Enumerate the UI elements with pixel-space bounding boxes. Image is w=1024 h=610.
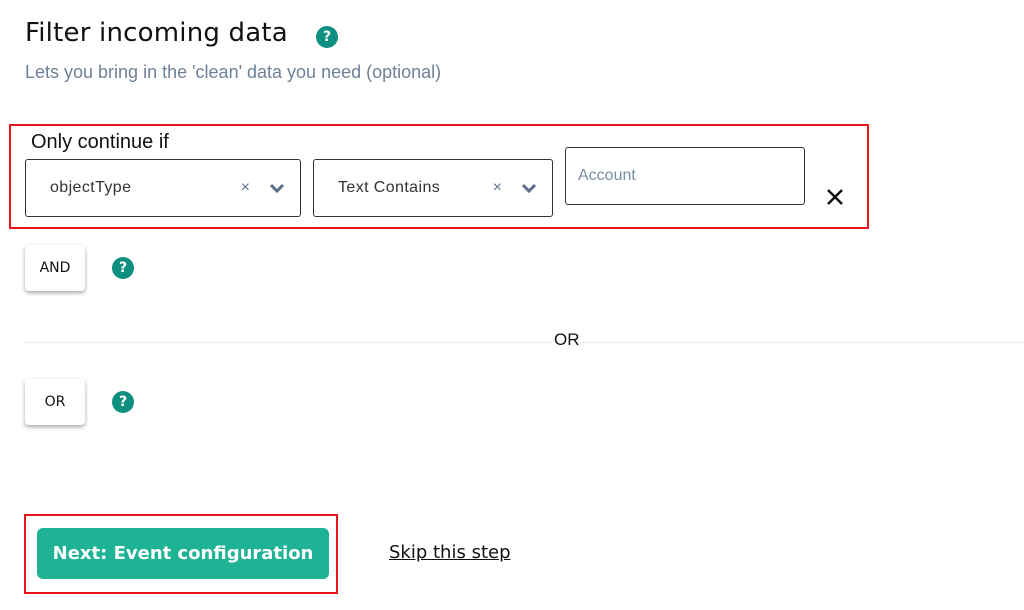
next-event-configuration-button[interactable]: Next: Event configuration bbox=[37, 528, 329, 579]
and-button[interactable]: AND bbox=[25, 245, 85, 291]
or-divider-label: OR bbox=[552, 330, 582, 350]
page-title: Filter incoming data bbox=[25, 18, 288, 48]
skip-step-link[interactable]: Skip this step bbox=[389, 542, 511, 563]
remove-condition-icon[interactable] bbox=[826, 185, 844, 213]
operator-select[interactable]: Text Contains × bbox=[313, 159, 553, 217]
chevron-down-icon[interactable] bbox=[269, 180, 285, 196]
field-select[interactable]: objectType × bbox=[25, 159, 301, 217]
or-button[interactable]: OR bbox=[25, 379, 85, 425]
operator-select-value: Text Contains bbox=[338, 179, 441, 196]
divider bbox=[25, 342, 1024, 343]
filter-condition-label: Only continue if bbox=[31, 131, 169, 153]
value-input[interactable] bbox=[565, 147, 805, 205]
field-select-value: objectType bbox=[50, 179, 132, 196]
help-icon[interactable]: ? bbox=[112, 257, 134, 279]
chevron-down-icon[interactable] bbox=[521, 180, 537, 196]
page-subtitle: Lets you bring in the 'clean' data you n… bbox=[25, 62, 442, 82]
help-icon[interactable]: ? bbox=[316, 26, 338, 48]
clear-icon[interactable]: × bbox=[493, 179, 502, 197]
help-icon[interactable]: ? bbox=[112, 391, 134, 413]
clear-icon[interactable]: × bbox=[241, 179, 250, 197]
